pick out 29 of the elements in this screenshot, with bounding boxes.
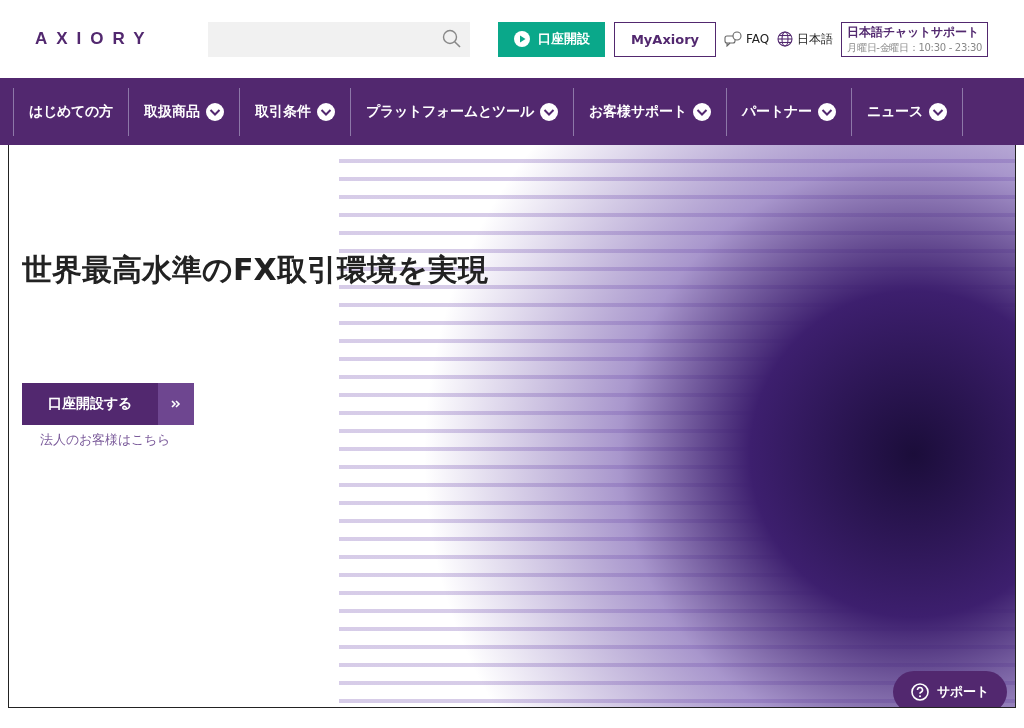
search-field[interactable] <box>208 21 470 57</box>
logo[interactable]: AXIORY <box>35 29 175 49</box>
corporate-link[interactable]: 法人のお客様はこちら <box>40 432 170 449</box>
globe-icon <box>777 31 794 47</box>
nav-item[interactable]: 取扱商品 <box>128 87 239 136</box>
double-chevron-icon <box>171 399 181 409</box>
chat-bubbles-icon <box>724 31 742 47</box>
nav-item[interactable]: パートナー <box>726 87 851 136</box>
myaxiory-button[interactable]: MyAxiory <box>614 21 716 57</box>
chevron-down-icon <box>206 102 224 121</box>
help-icon <box>911 683 929 701</box>
search-icon <box>442 29 462 49</box>
open-account-cta-button[interactable]: 口座開設する <box>22 383 194 425</box>
support-button[interactable]: サポート <box>893 671 1007 707</box>
nav-item[interactable]: プラットフォームとツール <box>350 87 573 136</box>
hero-headline: 世界最高水準のFX取引環境を実現 <box>22 251 489 289</box>
faq-link[interactable]: FAQ <box>724 31 770 47</box>
chevron-down-icon <box>818 102 836 121</box>
nav-item[interactable]: お客様サポート <box>573 87 726 136</box>
play-icon <box>513 31 530 47</box>
chevron-down-icon <box>317 102 335 121</box>
chat-support-button[interactable]: 日本語チャットサポート 月曜日-金曜日：10:30 - 23:30 <box>841 21 989 57</box>
chevron-down-icon <box>929 102 947 121</box>
nav-item[interactable]: ニュース <box>851 87 963 136</box>
chevron-down-icon <box>540 102 558 121</box>
chevron-down-icon <box>693 102 711 121</box>
language-link[interactable]: 日本語 <box>777 30 834 48</box>
nav-item[interactable]: 取引条件 <box>239 87 350 136</box>
nav-item[interactable]: はじめての方 <box>13 87 128 136</box>
